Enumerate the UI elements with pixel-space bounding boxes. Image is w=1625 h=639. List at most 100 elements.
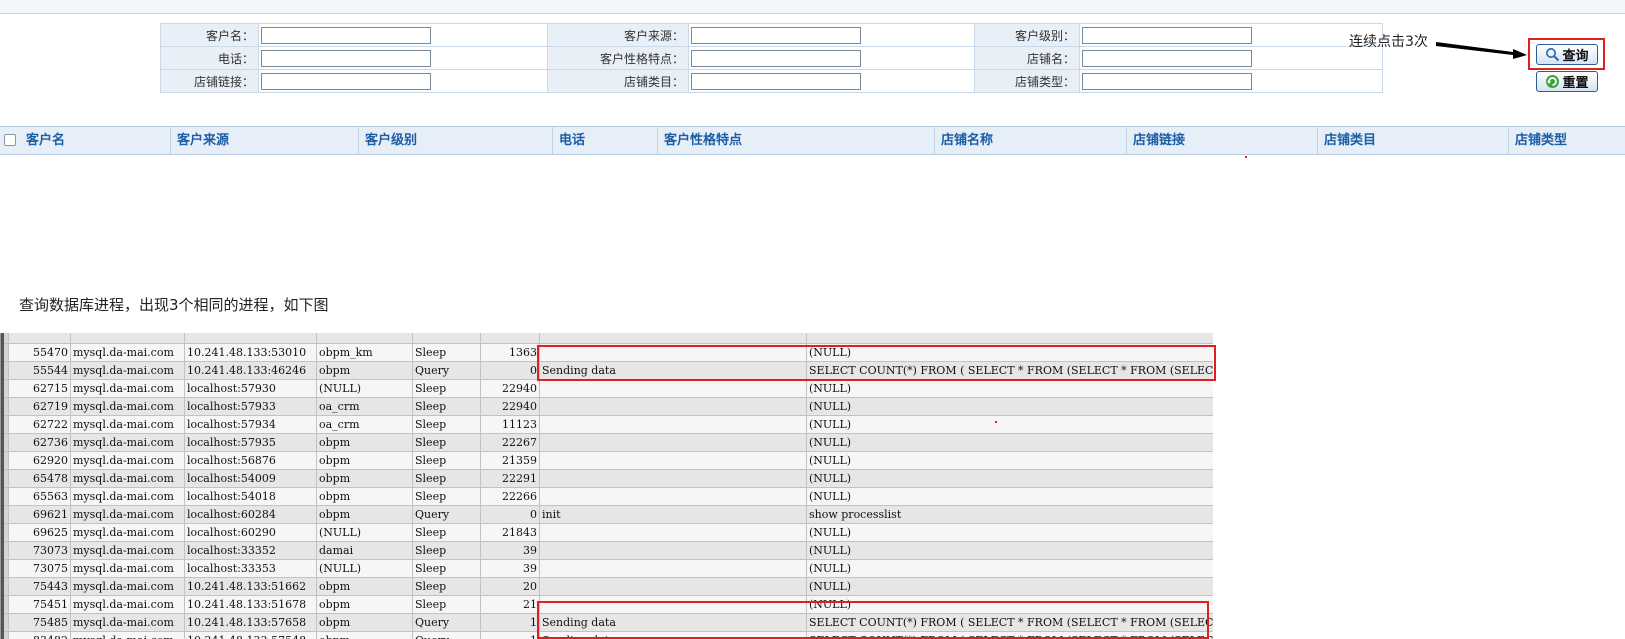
client-address-cell	[184, 333, 317, 344]
field-label-customer-level: 客户级别：	[974, 23, 1080, 47]
client-address-cell: localhost:57933	[184, 397, 317, 416]
column-header-shop-name[interactable]: 店铺名称	[934, 127, 1126, 154]
client-address-cell: 10.241.48.133:51662	[184, 577, 317, 596]
shop-link-input[interactable]	[261, 72, 431, 90]
time-cell: 0	[480, 505, 540, 524]
customer-trait-input[interactable]	[691, 49, 861, 67]
column-header-phone[interactable]: 电话	[552, 127, 657, 154]
info-cell: (NULL)	[806, 487, 1213, 506]
column-header-customer-level[interactable]: 客户级别	[358, 127, 552, 154]
process-row[interactable]: 65563 mysql.da-mai.com localhost:54018 obpm…	[1, 487, 1213, 506]
user-host-cell: mysql.da-mai.com	[70, 397, 185, 416]
process-row[interactable]: 73075 mysql.da-mai.com localhost:33353 (NUL…	[1, 559, 1213, 578]
process-row[interactable]: 69621 mysql.da-mai.com localhost:60284 obpm…	[1, 505, 1213, 524]
command-cell: Sleep	[412, 415, 481, 434]
reset-button[interactable]: 重置	[1536, 71, 1598, 92]
column-header-customer-trait[interactable]: 客户性格特点	[657, 127, 934, 154]
client-address-cell: localhost:57930	[184, 379, 317, 398]
field-label-shop-link: 店铺链接：	[160, 69, 259, 93]
process-row[interactable]: 75443 mysql.da-mai.com 10.241.48.133:51662…	[1, 577, 1213, 596]
client-address-cell: localhost:60290	[184, 523, 317, 542]
command-cell: Sleep	[412, 379, 481, 398]
process-row[interactable]: 65478 mysql.da-mai.com localhost:54009 obpm…	[1, 469, 1213, 488]
user-host-cell: mysql.da-mai.com	[70, 613, 185, 632]
process-id-cell: 62736	[8, 433, 71, 452]
user-host-cell: mysql.da-mai.com	[70, 631, 185, 639]
client-address-cell: localhost:54018	[184, 487, 317, 506]
database-cell: obpm	[316, 631, 413, 639]
user-host-cell: mysql.da-mai.com	[70, 361, 185, 380]
select-all-checkbox[interactable]	[4, 134, 16, 146]
process-row[interactable]: 62736 mysql.da-mai.com localhost:57935 obpm…	[1, 433, 1213, 452]
phone-input[interactable]	[261, 49, 431, 67]
command-cell: Sleep	[412, 487, 481, 506]
shop-name-input[interactable]	[1082, 49, 1252, 67]
info-cell: (NULL)	[806, 469, 1213, 488]
database-cell: obpm	[316, 361, 413, 380]
process-id-cell: 65478	[8, 469, 71, 488]
customer-trait-field-cell	[688, 46, 975, 70]
time-cell: 11123	[480, 415, 540, 434]
customer-source-field-cell	[688, 23, 975, 47]
state-cell	[539, 433, 807, 452]
column-header-shop-type[interactable]: 店铺类型	[1508, 127, 1625, 154]
info-cell: (NULL)	[806, 433, 1213, 452]
user-host-cell: mysql.da-mai.com	[70, 559, 185, 578]
command-cell: Sleep	[412, 559, 481, 578]
process-row[interactable]: 62715 mysql.da-mai.com localhost:57930 (NUL…	[1, 379, 1213, 398]
annotation-arrow-icon	[1436, 42, 1527, 59]
client-address-cell: localhost:54009	[184, 469, 317, 488]
column-header-shop-category[interactable]: 店铺类目	[1317, 127, 1508, 154]
stray-red-mark	[995, 421, 997, 423]
database-cell: obpm	[316, 505, 413, 524]
process-id-cell: 62715	[8, 379, 71, 398]
info-cell: (NULL)	[806, 379, 1213, 398]
time-cell	[480, 333, 540, 344]
client-address-cell: 10.241.48.133:46246	[184, 361, 317, 380]
command-cell	[412, 333, 481, 344]
form-row: 店铺链接： 店铺类目： 店铺类型：	[160, 69, 1383, 93]
process-row[interactable]: 62920 mysql.da-mai.com localhost:56876 obpm…	[1, 451, 1213, 470]
column-header-customer-source[interactable]: 客户来源	[170, 127, 358, 154]
user-host-cell: mysql.da-mai.com	[70, 541, 185, 560]
column-header-customer-name[interactable]: 客户名	[20, 127, 170, 154]
user-host-cell: mysql.da-mai.com	[70, 343, 185, 362]
query-button[interactable]: 查询	[1536, 44, 1598, 65]
search-icon	[1545, 47, 1560, 62]
database-cell: oa_crm	[316, 397, 413, 416]
command-cell: Sleep	[412, 433, 481, 452]
info-cell: (NULL)	[806, 541, 1213, 560]
state-cell	[539, 333, 807, 344]
user-host-cell: mysql.da-mai.com	[70, 433, 185, 452]
client-address-cell: 10.241.48.133:53010	[184, 343, 317, 362]
state-cell	[539, 487, 807, 506]
process-row[interactable]: 69625 mysql.da-mai.com localhost:60290 (NUL…	[1, 523, 1213, 542]
user-host-cell: mysql.da-mai.com	[70, 379, 185, 398]
customer-name-field-cell	[258, 23, 548, 47]
client-address-cell: 10.241.48.133:57658	[184, 613, 317, 632]
command-cell: Sleep	[412, 523, 481, 542]
customer-source-input[interactable]	[691, 26, 861, 44]
time-cell: 0	[480, 361, 540, 380]
customer-level-input[interactable]	[1082, 26, 1252, 44]
form-row: 电话： 客户性格特点： 店铺名：	[160, 46, 1383, 70]
time-cell: 21843	[480, 523, 540, 542]
process-row[interactable]: 62722 mysql.da-mai.com localhost:57934 oa_c…	[1, 415, 1213, 434]
process-row[interactable]	[1, 333, 1213, 344]
shop-category-input[interactable]	[691, 72, 861, 90]
user-host-cell: mysql.da-mai.com	[70, 451, 185, 470]
database-cell: obpm	[316, 451, 413, 470]
database-cell: (NULL)	[316, 379, 413, 398]
time-cell: 21	[480, 595, 540, 614]
process-row[interactable]: 73073 mysql.da-mai.com localhost:33352 dama…	[1, 541, 1213, 560]
column-header-shop-link[interactable]: 店铺链接	[1126, 127, 1317, 154]
query-button-label: 查询	[1562, 49, 1589, 64]
process-row[interactable]: 62719 mysql.da-mai.com localhost:57933 oa_c…	[1, 397, 1213, 416]
time-cell: 20	[480, 577, 540, 596]
process-id-cell: 69621	[8, 505, 71, 524]
shop-type-input[interactable]	[1082, 72, 1252, 90]
command-cell: Sleep	[412, 595, 481, 614]
form-row: 客户名： 客户来源： 客户级别：	[160, 23, 1383, 47]
customer-name-input[interactable]	[261, 26, 431, 44]
process-id-cell: 62719	[8, 397, 71, 416]
